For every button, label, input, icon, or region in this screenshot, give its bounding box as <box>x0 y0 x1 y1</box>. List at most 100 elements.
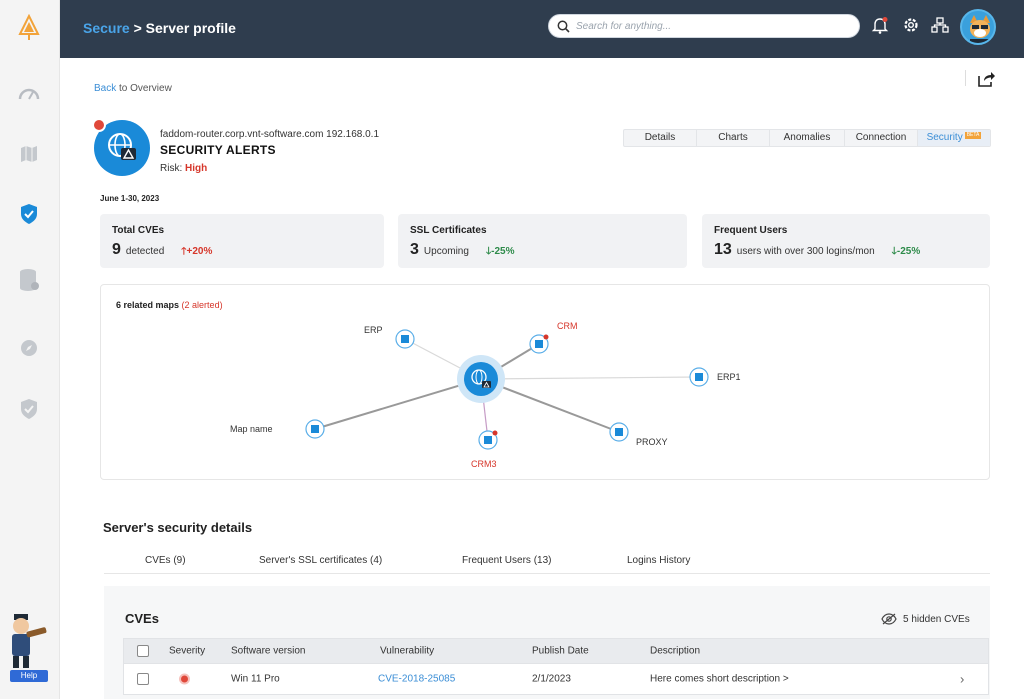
severity-high-dot <box>179 673 190 685</box>
card-text: detected <box>125 246 165 257</box>
back-to-text: to <box>119 83 128 94</box>
explore-icon[interactable] <box>16 335 42 361</box>
node-label-crm3: CRM3 <box>471 459 497 469</box>
top-header: Secure > Server profile Search for anyth… <box>60 0 1024 58</box>
node-label-proxy: PROXY <box>636 437 668 447</box>
select-all-checkbox[interactable] <box>137 645 149 657</box>
tab-cves[interactable]: CVEs (9) <box>145 555 186 566</box>
total-cves-card[interactable]: Total CVEs 9 detected 🡑+20% <box>100 214 384 268</box>
ssl-certificates-card[interactable]: SSL Certificates 3 Upcoming 🡓-25% <box>398 214 687 268</box>
cves-table: Severity Software version Vulnerability … <box>123 638 989 695</box>
tab-security[interactable]: Security BETA <box>918 130 990 146</box>
divider <box>965 70 966 86</box>
cves-panel: CVEs 5 hidden CVEs Severity Software ver… <box>104 586 990 699</box>
tab-security-label: Security <box>926 132 963 143</box>
map-icon[interactable] <box>16 141 42 167</box>
help-mascot[interactable]: Help <box>4 610 50 682</box>
security-icon[interactable] <box>16 201 42 227</box>
search-input[interactable]: Search for anything... <box>548 14 860 38</box>
search-placeholder: Search for anything... <box>576 21 672 32</box>
back-link: Back to Overview <box>94 83 172 94</box>
card-number: 3 <box>410 241 419 258</box>
card-number: 9 <box>112 241 121 258</box>
row-checkbox[interactable] <box>137 673 149 685</box>
card-title: SSL Certificates <box>410 225 487 236</box>
shield-check-icon[interactable] <box>16 396 42 422</box>
risk-level: Risk: High <box>160 163 207 174</box>
help-label[interactable]: Help <box>10 670 48 682</box>
user-avatar[interactable] <box>960 9 996 45</box>
breadcrumb-secure-link[interactable]: Secure <box>83 20 130 36</box>
settings-gear-icon[interactable] <box>901 15 921 35</box>
app-logo[interactable] <box>17 13 41 42</box>
node-label-map-name: Map name <box>230 424 273 434</box>
trend-value: -25% <box>896 246 921 257</box>
related-maps-panel: 6 related maps (2 alerted) ERP CRM ERP1 … <box>100 284 990 480</box>
date-range: June 1-30, 2023 <box>100 194 160 203</box>
node-erp[interactable] <box>395 329 415 349</box>
risk-label: Risk: <box>160 163 183 174</box>
node-crm3[interactable] <box>478 430 498 450</box>
tab-ssl-certificates[interactable]: Server's SSL certificates (4) <box>259 555 382 566</box>
column-vulnerability[interactable]: Vulnerability <box>380 646 434 657</box>
tab-frequent-users[interactable]: Frequent Users (13) <box>462 555 551 566</box>
node-crm[interactable] <box>529 334 549 354</box>
eye-off-icon <box>881 613 897 625</box>
card-title: Frequent Users <box>714 225 788 236</box>
hidden-cves-label: 5 hidden CVEs <box>903 613 970 625</box>
software-version: Win 11 Pro <box>231 673 280 685</box>
tab-anomalies[interactable]: Anomalies <box>770 130 845 146</box>
trend-down-icon: 🡓-25% <box>485 246 515 257</box>
risk-value: High <box>185 163 208 174</box>
back-button[interactable]: Back <box>94 83 116 94</box>
node-map-name[interactable] <box>305 419 325 439</box>
vulnerability-link[interactable]: CVE-2018-25085 <box>378 674 455 685</box>
profile-tabs: Details Charts Anomalies Connection Secu… <box>623 129 991 147</box>
alert-status-dot <box>92 118 106 132</box>
node-label-erp1: ERP1 <box>717 372 741 382</box>
server-host: faddom-router.corp.vnt-software.com 192.… <box>160 129 380 140</box>
main-content: Back to Overview faddom-router.corp.vnt-… <box>60 58 1024 699</box>
search-icon <box>557 20 570 33</box>
database-icon[interactable] <box>16 267 42 293</box>
chevron-right-icon[interactable]: › <box>960 672 964 687</box>
table-row[interactable]: Win 11 Pro CVE-2018-25085 2/1/2023 Here … <box>123 664 989 695</box>
node-proxy[interactable] <box>609 422 629 442</box>
frequent-users-card[interactable]: Frequent Users 13 users with over 300 lo… <box>702 214 990 268</box>
tab-logins-history[interactable]: Logins History <box>627 555 690 566</box>
details-tabs: CVEs (9) Server's SSL certificates (4) F… <box>104 548 990 574</box>
beta-badge: BETA <box>964 132 982 139</box>
sidebar: Help <box>0 0 60 699</box>
card-text: Upcoming <box>423 246 469 257</box>
card-title: Total CVEs <box>112 225 165 236</box>
breadcrumb-separator: > <box>129 20 146 36</box>
notification-bell-icon[interactable] <box>870 15 890 35</box>
map-graph <box>305 329 709 450</box>
tab-details[interactable]: Details <box>624 130 697 146</box>
card-text: users with over 300 logins/mon <box>736 246 875 257</box>
column-software-version[interactable]: Software version <box>231 646 305 657</box>
tab-charts[interactable]: Charts <box>697 130 770 146</box>
trend-value: +20% <box>186 246 213 257</box>
table-header: Severity Software version Vulnerability … <box>123 638 989 664</box>
network-icon[interactable] <box>930 15 950 35</box>
hidden-cves-toggle[interactable]: 5 hidden CVEs <box>881 613 970 625</box>
node-erp1[interactable] <box>689 367 709 387</box>
column-publish-date[interactable]: Publish Date <box>532 646 589 657</box>
card-number: 13 <box>714 241 732 258</box>
publish-date: 2/1/2023 <box>532 673 571 685</box>
column-description[interactable]: Description <box>650 646 700 657</box>
breadcrumb: Secure > Server profile <box>83 20 236 36</box>
dashboard-icon[interactable] <box>16 80 42 106</box>
node-label-crm: CRM <box>557 321 578 331</box>
tab-connection[interactable]: Connection <box>845 130 918 146</box>
back-target: Overview <box>130 83 172 94</box>
column-severity[interactable]: Severity <box>169 646 205 657</box>
breadcrumb-current: Server profile <box>145 20 236 36</box>
node-label-erp: ERP <box>364 325 383 335</box>
trend-up-icon: 🡑+20% <box>181 246 213 257</box>
trend-down-icon: 🡓-25% <box>891 246 921 257</box>
security-details-title: Server's security details <box>103 520 253 535</box>
share-icon[interactable] <box>976 70 996 88</box>
description[interactable]: Here comes short description > <box>650 674 789 685</box>
